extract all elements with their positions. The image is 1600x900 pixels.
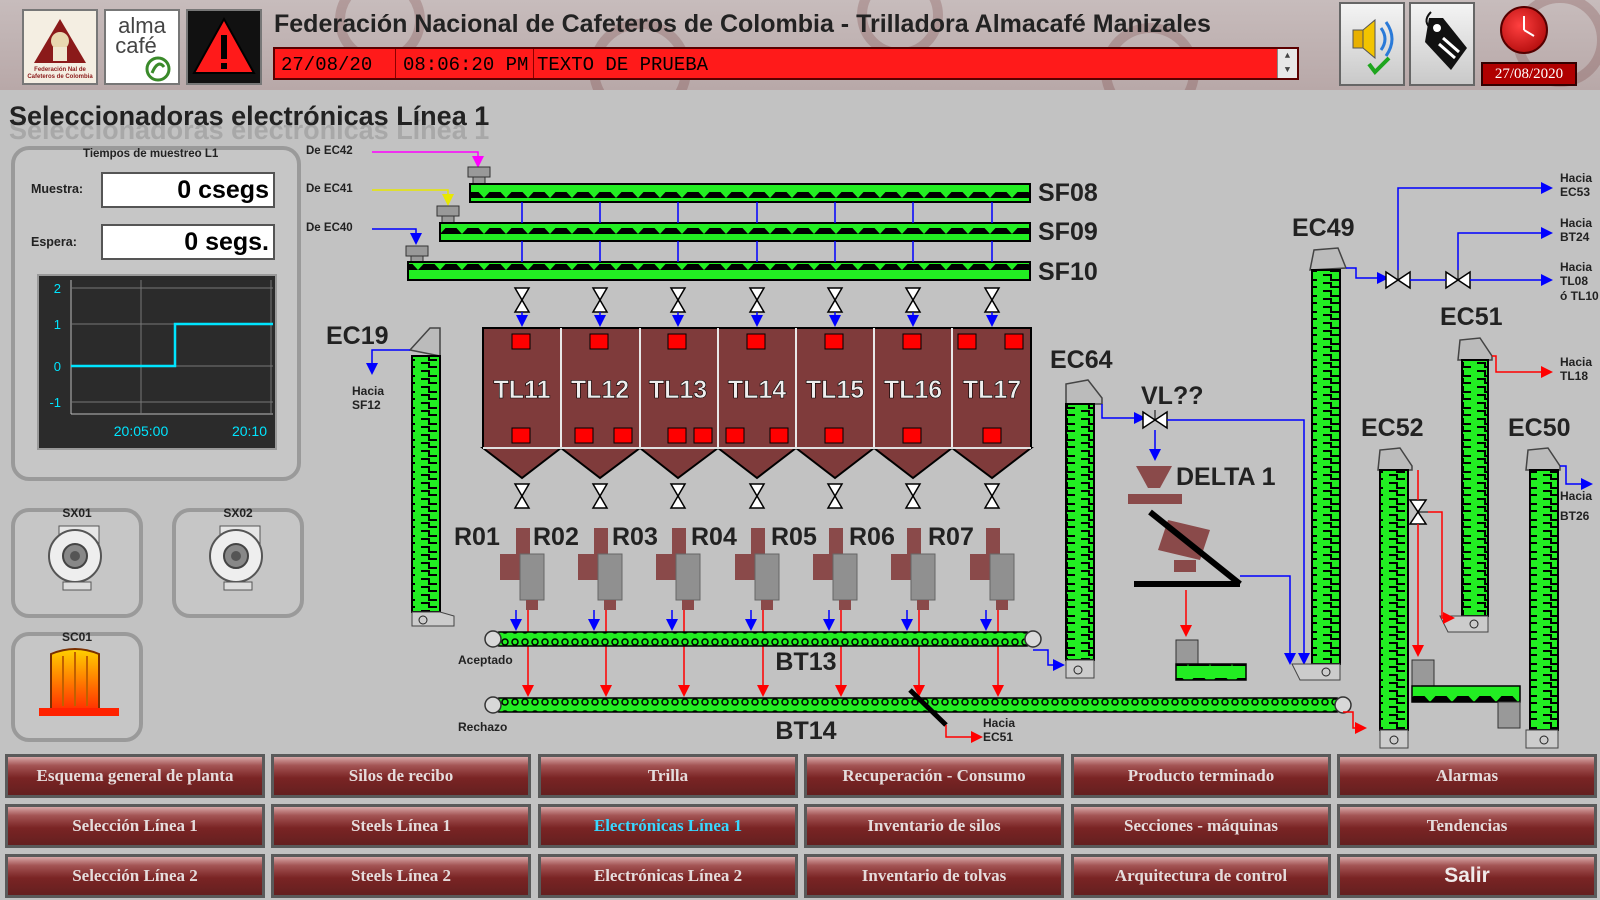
rechazo-label: Rechazo — [458, 720, 507, 734]
hacia-tl18-label-1: Hacia — [1560, 355, 1592, 369]
nav-steels-linea-1[interactable]: Steels Línea 1 — [271, 804, 531, 848]
elevator-ec49[interactable] — [1311, 269, 1341, 665]
belt-bt14-label: BT14 — [775, 717, 836, 745]
elevator-ec52-label: EC52 — [1361, 414, 1424, 442]
belt-bt13-label: BT13 — [775, 648, 836, 676]
nav-seleccion-linea-2[interactable]: Selección Línea 2 — [5, 854, 265, 898]
sorter-r03[interactable]: R03 — [612, 523, 658, 551]
elevator-ec64[interactable] — [1065, 403, 1095, 661]
valve-ec52[interactable] — [1408, 499, 1428, 525]
hacia-tl08-label-2: TL08 — [1560, 274, 1588, 288]
elevator-ec64-label: EC64 — [1050, 346, 1113, 374]
elevator-ec19-label: EC19 — [326, 322, 389, 350]
hacia-bt26-label-2: BT26 — [1560, 509, 1590, 523]
ec52-feed-conveyor[interactable] — [1411, 685, 1521, 703]
conveyor-sf10[interactable] — [407, 261, 1031, 281]
nav-silos-recibo[interactable]: Silos de recibo — [271, 754, 531, 798]
nav-seleccion-linea-1[interactable]: Selección Línea 1 — [5, 804, 265, 848]
valve-ec49-2[interactable] — [1445, 270, 1471, 290]
hopper-tl12[interactable]: TL12 — [571, 376, 630, 405]
elevator-ec50-label: EC50 — [1508, 414, 1571, 442]
hacia-ec53-label-1: Hacia — [1560, 171, 1592, 185]
hacia-bt24-label-1: Hacia — [1560, 216, 1592, 230]
valve-label: VL?? — [1141, 382, 1204, 410]
exit-button[interactable]: Salir — [1337, 854, 1597, 898]
nav-alarmas[interactable]: Alarmas — [1337, 754, 1597, 798]
nav-electronicas-linea-1[interactable]: Electrónicas Línea 1 — [538, 804, 798, 848]
hacia-ec51-label-2: EC51 — [983, 730, 1013, 744]
hmi-screen: Federación Nal de Cafeteros de Colombia … — [0, 0, 1600, 900]
delta-reject-conveyor[interactable] — [1175, 663, 1247, 681]
hopper-tl17[interactable]: TL17 — [963, 376, 1022, 405]
nav-inventario-tolvas[interactable]: Inventario de tolvas — [804, 854, 1064, 898]
nav-tendencias[interactable]: Tendencias — [1337, 804, 1597, 848]
hacia-sf12-label-2: SF12 — [352, 398, 381, 412]
navigation-panel: Esquema general de planta Silos de recib… — [0, 750, 1600, 900]
belt-bt13[interactable] — [492, 631, 1034, 647]
hacia-bt24-label-2: BT24 — [1560, 230, 1590, 244]
conveyor-sf08-label: SF08 — [1038, 179, 1098, 207]
nav-electronicas-linea-2[interactable]: Electrónicas Línea 2 — [538, 854, 798, 898]
hacia-tl08-label-1: Hacia — [1560, 260, 1592, 274]
source-ec41: De EC41 — [306, 183, 353, 195]
hacia-sf12-label-1: Hacia — [352, 384, 384, 398]
elevator-ec52[interactable] — [1379, 469, 1409, 731]
nav-producto-terminado[interactable]: Producto terminado — [1071, 754, 1331, 798]
sorter-r07[interactable]: R07 — [928, 523, 974, 551]
sorter-r04[interactable]: R04 — [691, 523, 737, 551]
nav-arquitectura-control[interactable]: Arquitectura de control — [1071, 854, 1331, 898]
elevator-ec50[interactable] — [1529, 469, 1559, 731]
hopper-tl14[interactable]: TL14 — [728, 376, 787, 405]
hacia-tl18-label-2: TL18 — [1560, 369, 1588, 383]
hopper-tl16[interactable]: TL16 — [884, 376, 943, 405]
nav-recuperacion-consumo[interactable]: Recuperación - Consumo — [804, 754, 1064, 798]
conveyor-sf09[interactable] — [439, 222, 1031, 242]
valve-ec49-1[interactable] — [1385, 270, 1411, 290]
conveyor-sf08[interactable] — [469, 183, 1031, 203]
nav-secciones-maquinas[interactable]: Secciones - máquinas — [1071, 804, 1331, 848]
sorter-r02[interactable]: R02 — [533, 523, 579, 551]
elevator-ec51-label: EC51 — [1440, 303, 1503, 331]
valve-vl[interactable] — [1142, 410, 1168, 430]
hopper-tl15[interactable]: TL15 — [806, 376, 865, 405]
hacia-bt26-label-1: Hacia — [1560, 489, 1592, 503]
source-ec42: De EC42 — [306, 145, 353, 157]
conveyor-sf09-label: SF09 — [1038, 218, 1098, 246]
nav-trilla[interactable]: Trilla — [538, 754, 798, 798]
delta-label: DELTA 1 — [1176, 463, 1276, 491]
nav-esquema-general[interactable]: Esquema general de planta — [5, 754, 265, 798]
sorter-r01[interactable]: R01 — [454, 523, 500, 551]
sorter-r06[interactable]: R06 — [849, 523, 895, 551]
hacia-ec51-label-1: Hacia — [983, 716, 1015, 730]
elevator-ec51[interactable] — [1461, 359, 1489, 617]
process-diagram: De EC42 De EC41 De EC40 SF08 SF09 SF10 T… — [306, 145, 1599, 749]
hopper-tl11[interactable]: TL11 — [493, 376, 551, 405]
nav-steels-linea-2[interactable]: Steels Línea 2 — [271, 854, 531, 898]
sorter-r05[interactable]: R05 — [771, 523, 817, 551]
conveyor-sf10-label: SF10 — [1038, 258, 1098, 286]
elevator-ec49-label: EC49 — [1292, 214, 1355, 242]
hacia-tl08-label-3: ó TL10 — [1560, 289, 1599, 303]
hacia-ec53-label-2: EC53 — [1560, 185, 1590, 199]
nav-inventario-silos[interactable]: Inventario de silos — [804, 804, 1064, 848]
source-ec40: De EC40 — [306, 222, 353, 234]
elevator-ec19[interactable] — [411, 355, 441, 613]
hopper-tl13[interactable]: TL13 — [649, 376, 708, 405]
aceptado-label: Aceptado — [458, 653, 513, 667]
